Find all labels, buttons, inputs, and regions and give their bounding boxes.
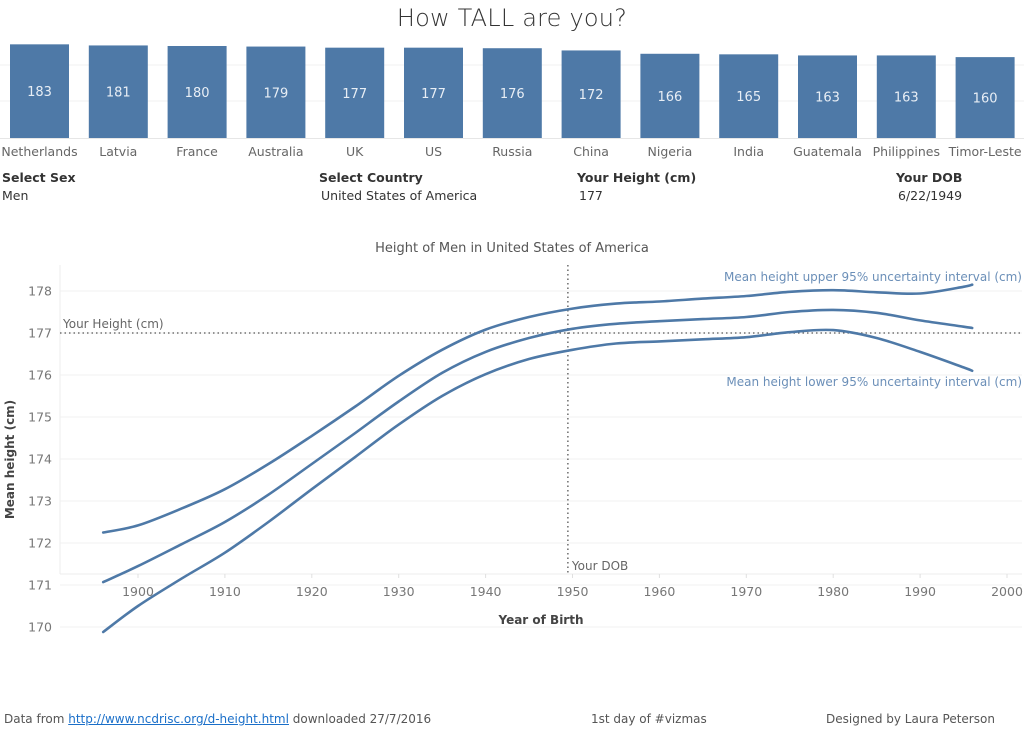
x-axis-title: Year of Birth	[497, 613, 583, 627]
footer-source-prefix: Data from	[4, 712, 69, 726]
x-tick-label: 1930	[383, 584, 415, 599]
y-tick-label: 178	[28, 284, 52, 299]
bar-value-label: 177	[421, 87, 446, 102]
x-tick-label: 1950	[557, 584, 589, 599]
country-label: US	[425, 144, 442, 159]
mean-height-line	[101, 308, 974, 584]
select-country-filter[interactable]: Select Country United States of America	[319, 170, 477, 203]
y-tick-label: 175	[28, 410, 52, 425]
country-label: Philippines	[873, 144, 940, 159]
lower-interval-label: Mean height lower 95% uncertainty interv…	[726, 375, 1022, 389]
x-tick-label: 1970	[730, 584, 762, 599]
country-label: Timor-Leste	[948, 144, 1022, 159]
bar-value-label: 172	[579, 88, 604, 103]
line-chart-title: Height of Men in United States of Americ…	[375, 241, 649, 256]
country-label: Nigeria	[648, 144, 693, 159]
footer-source-suffix: downloaded 27/7/2016	[288, 712, 432, 726]
your-height-label: Your Height (cm)	[577, 170, 697, 185]
country-label: India	[733, 144, 764, 159]
country-label: Australia	[248, 144, 303, 159]
footer-designer: Designed by Laura Peterson	[826, 712, 995, 726]
x-tick-label: 1990	[904, 584, 936, 599]
y-tick-label: 176	[28, 368, 52, 383]
x-tick-label: 1910	[209, 584, 241, 599]
bar-value-label: 165	[736, 90, 761, 105]
select-country-value[interactable]: United States of America	[321, 188, 477, 203]
your-dob-parameter[interactable]: Your DOB 6/22/1949	[896, 170, 962, 203]
bar-value-label: 183	[27, 85, 52, 100]
your-height-value[interactable]: 177	[579, 188, 696, 203]
your-dob-value[interactable]: 6/22/1949	[898, 188, 962, 203]
country-label: France	[176, 144, 218, 159]
upper-interval-line	[101, 283, 974, 534]
country-label: Russia	[492, 144, 532, 159]
country-height-bar-chart: 183 Netherlands 181 Latvia 180 France 179 Austr…	[0, 44, 1024, 159]
x-tick-label: 1980	[817, 584, 849, 599]
x-tick-label: 1900	[122, 584, 154, 599]
x-tick-label: 2000	[991, 584, 1023, 599]
y-tick-label: 172	[28, 536, 52, 551]
bar-value-label: 163	[815, 91, 840, 106]
x-tick-label: 1940	[470, 584, 502, 599]
x-tick-label: 1920	[296, 584, 328, 599]
bar-value-label: 179	[263, 86, 288, 101]
your-dob-reference-label: Your DOB	[571, 559, 628, 573]
y-axis-title: Mean height (cm)	[3, 400, 17, 519]
country-label: China	[573, 144, 609, 159]
footer-source: Data from http://www.ncdrisc.org/d-heigh…	[4, 712, 431, 726]
x-tick-label: 1960	[643, 584, 675, 599]
y-tick-label: 177	[28, 326, 52, 341]
source-link[interactable]: http://www.ncdrisc.org/d-height.html	[68, 712, 289, 726]
y-tick-label: 173	[28, 494, 52, 509]
y-tick-label: 170	[28, 620, 52, 635]
your-height-parameter[interactable]: Your Height (cm) 177	[577, 170, 696, 203]
y-tick-label: 174	[28, 452, 52, 467]
dashboard-title: How TALL are you?	[396, 4, 628, 32]
bar-value-label: 160	[973, 92, 998, 107]
bar-value-label: 181	[106, 86, 131, 101]
select-country-label: Select Country	[319, 170, 423, 185]
country-label: UK	[346, 144, 364, 159]
height-over-time-line-chart: Height of Men in United States of Americ…	[3, 241, 1023, 635]
bar-value-label: 176	[500, 87, 525, 102]
your-dob-label: Your DOB	[896, 170, 963, 185]
country-label: Guatemala	[793, 144, 862, 159]
upper-interval-label: Mean height upper 95% uncertainty interv…	[724, 270, 1022, 284]
select-sex-filter[interactable]: Select Sex Men	[2, 170, 76, 203]
bar-value-label: 177	[342, 87, 367, 102]
your-height-reference-label: Your Height (cm)	[62, 317, 164, 331]
footer-vizmas: 1st day of #vizmas	[591, 712, 707, 726]
select-sex-label: Select Sex	[2, 170, 76, 185]
y-tick-label: 171	[28, 578, 52, 593]
select-sex-value[interactable]: Men	[2, 188, 76, 203]
bar-value-label: 166	[657, 90, 682, 105]
bar-value-label: 180	[185, 86, 210, 101]
bar-value-label: 163	[894, 91, 919, 106]
country-label: Netherlands	[1, 144, 77, 159]
country-label: Latvia	[99, 144, 137, 159]
